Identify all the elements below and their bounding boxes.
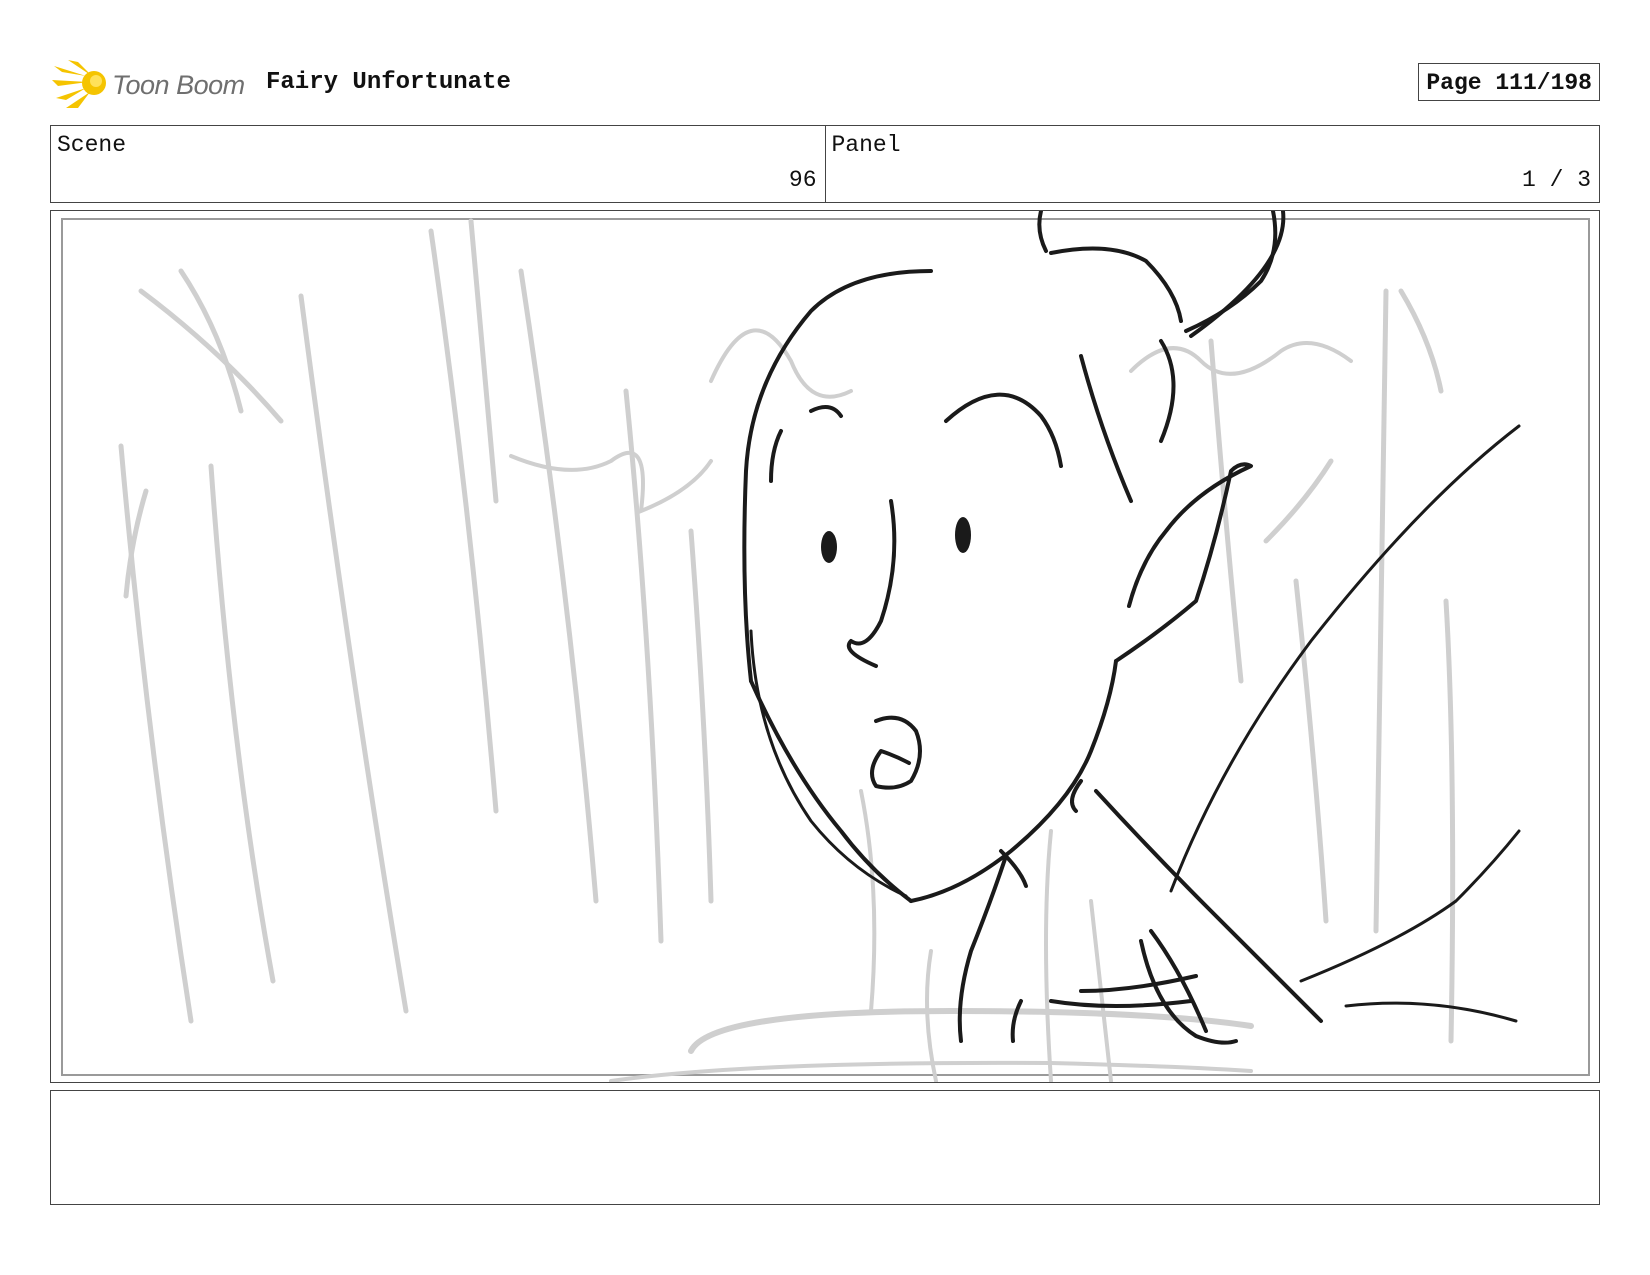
scene-label: Scene — [57, 132, 127, 158]
panel-label: Panel — [831, 132, 901, 158]
scene-number: 96 — [788, 167, 817, 193]
project-title: Fairy Unfortunate — [266, 69, 511, 96]
logo-wordmark: Toon Boom — [112, 70, 245, 100]
toon-boom-logo: Toon Boom — [52, 58, 252, 110]
scene-cell: Scene 96 — [51, 126, 825, 202]
panel-number: 1 / 3 — [1521, 167, 1591, 193]
panel-sketch-image — [61, 211, 1590, 1082]
comet-logo-icon — [52, 60, 106, 108]
camera-frame-rect — [61, 218, 1590, 1076]
page-header: Toon Boom Fairy Unfortunate Page 111/198 — [50, 55, 1600, 111]
panel-notes-box — [50, 1090, 1600, 1205]
fairy-character-sketch — [742, 211, 1521, 1045]
storyboard-panel — [50, 210, 1600, 1083]
page-number-box: Page 111/198 — [1418, 63, 1600, 101]
scene-panel-info-row: Scene 96 Panel 1 / 3 — [50, 125, 1600, 203]
panel-cell: Panel 1 / 3 — [824, 126, 1600, 202]
